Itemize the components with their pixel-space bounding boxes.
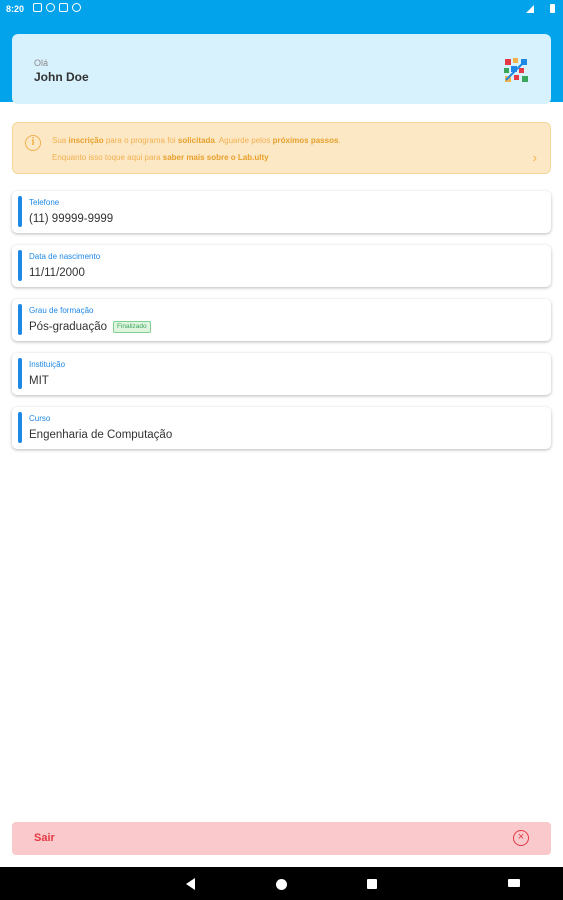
notification-icon: [59, 3, 68, 12]
field-value: 11/11/2000: [29, 267, 85, 279]
greeting-card: Olá John Doe: [12, 34, 551, 104]
battery-icon: [550, 4, 555, 13]
field-label: Telefone: [29, 198, 60, 207]
field-label: Curso: [29, 414, 51, 423]
notice-text-segment: saber mais sobre o Lab.ulty: [162, 153, 269, 162]
field-label: Grau de formação: [29, 306, 94, 315]
keyboard-icon[interactable]: [508, 879, 520, 887]
field-label: Data de nascimento: [29, 252, 101, 261]
field-card-course: Curso Engenharia de Computação: [12, 407, 551, 449]
notice-text-segment: . Aguarde pelos: [214, 136, 273, 145]
notice-text-segment: para o programa foi: [103, 136, 178, 145]
logout-label: Sair: [34, 832, 55, 844]
field-card-institution: Instituição MIT: [12, 353, 551, 395]
notice-text-segment: solicitada: [177, 136, 215, 145]
chevron-right-icon[interactable]: ›: [533, 150, 537, 165]
greeting-text: Olá: [34, 58, 49, 68]
field-value: (11) 99999-9999: [29, 213, 114, 225]
app-logo-icon: [504, 58, 528, 82]
field-card-phone: Telefone (11) 99999-9999: [12, 191, 551, 233]
status-badge: Finalizado: [113, 321, 151, 333]
user-name: John Doe: [34, 70, 89, 84]
field-value: Engenharia de Computação: [29, 429, 173, 441]
notification-icon: [33, 3, 42, 12]
field-value: Pós-graduação: [29, 321, 107, 333]
notice-text-segment: próximos passos: [272, 136, 339, 145]
info-icon: i: [25, 135, 41, 151]
recent-apps-icon[interactable]: [367, 879, 377, 889]
field-accent: [18, 358, 22, 389]
status-time: 8:20: [6, 4, 25, 14]
field-card-education: Grau de formação Pós-graduação Finalizado: [12, 299, 551, 341]
notice-text-segment: Enquanto isso toque aqui para: [52, 153, 163, 162]
notice-line-2: Enquanto isso toque aqui para saber mais…: [52, 153, 269, 162]
field-accent: [18, 304, 22, 335]
notice-text-segment: .: [338, 136, 341, 145]
logout-button[interactable]: Sair ×: [12, 822, 551, 855]
navigation-bar: [0, 867, 563, 900]
status-bar: 8:20: [0, 0, 563, 20]
field-accent: [18, 196, 22, 227]
notification-icons: [33, 3, 81, 12]
field-value: MIT: [29, 375, 49, 387]
notice-text-segment: Sua: [52, 136, 69, 145]
notification-icon: [46, 3, 55, 12]
close-circle-icon: ×: [513, 830, 529, 846]
field-accent: [18, 412, 22, 443]
notice-line-1: Sua inscrição para o programa foi solici…: [52, 136, 341, 145]
registration-notice[interactable]: i Sua inscrição para o programa foi soli…: [12, 122, 551, 174]
field-label: Instituição: [29, 360, 66, 369]
home-icon[interactable]: [276, 879, 287, 890]
field-card-birthdate: Data de nascimento 11/11/2000: [12, 245, 551, 287]
field-value-wrap: Pós-graduação Finalizado: [29, 321, 151, 333]
back-icon[interactable]: [186, 878, 195, 890]
signal-icon: [526, 4, 534, 13]
notification-icon: [72, 3, 81, 12]
notice-text-segment: inscrição: [68, 136, 104, 145]
field-accent: [18, 250, 22, 281]
